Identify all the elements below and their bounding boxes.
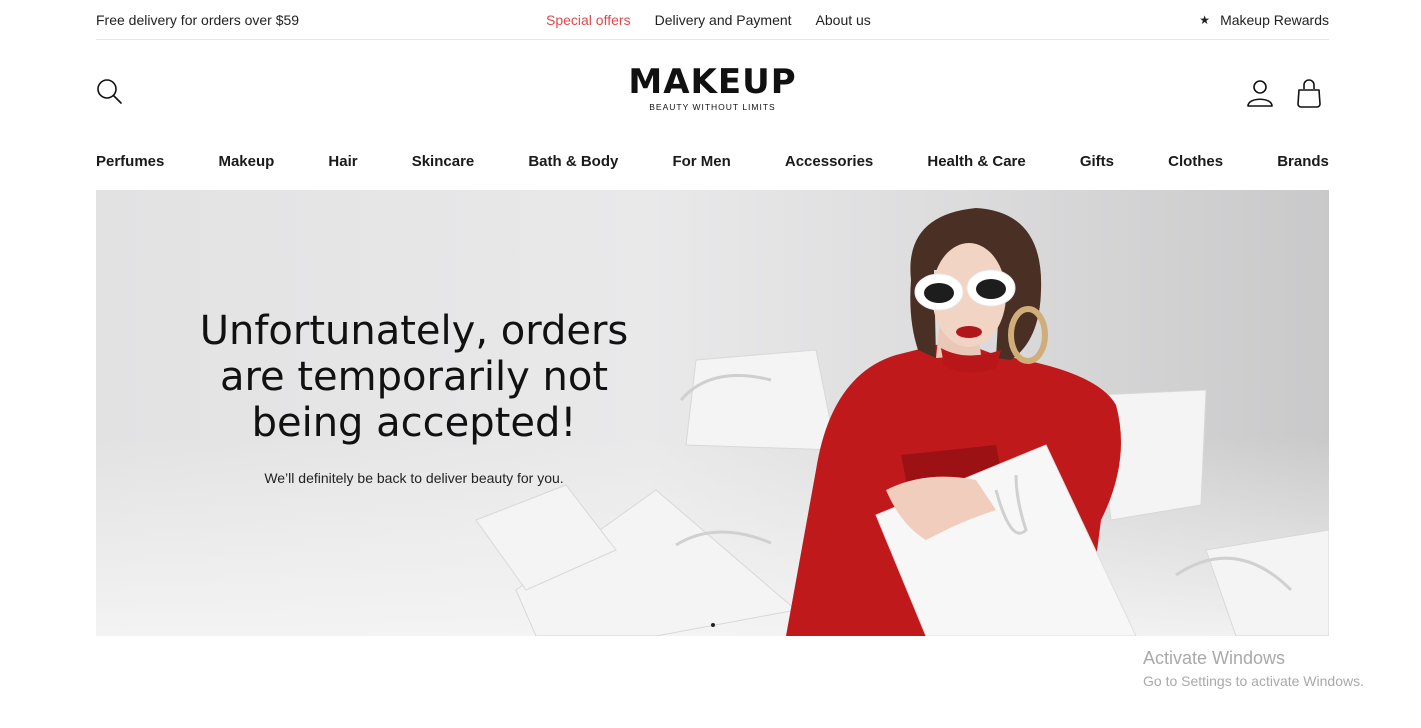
search-button[interactable] <box>96 78 124 106</box>
nav-item-perfumes[interactable]: Perfumes <box>96 153 164 170</box>
top-links: Special offers Delivery and Payment Abou… <box>546 12 871 28</box>
nav-item-skincare[interactable]: Skincare <box>412 153 475 170</box>
cart-button[interactable] <box>1295 78 1323 108</box>
nav-item-health-care[interactable]: Health & Care <box>927 153 1025 170</box>
bag-icon <box>1297 79 1321 108</box>
special-offers-link[interactable]: Special offers <box>546 12 631 28</box>
watermark-title: Activate Windows <box>1143 648 1286 668</box>
site-header: MAKEUP BEAUTY WITHOUT LIMITS <box>96 40 1329 140</box>
search-icon <box>97 79 122 104</box>
nav-item-for-men[interactable]: For Men <box>672 153 730 170</box>
site-logo[interactable]: MAKEUP BEAUTY WITHOUT LIMITS <box>628 60 796 112</box>
nav-item-hair[interactable]: Hair <box>328 153 357 170</box>
makeup-rewards-label: Makeup Rewards <box>1220 11 1329 28</box>
logo-wordmark: MAKEUP <box>628 62 797 102</box>
user-icon <box>1247 80 1273 107</box>
about-us-link[interactable]: About us <box>816 12 871 28</box>
nav-item-accessories[interactable]: Accessories <box>785 153 873 170</box>
free-delivery-promo: Free delivery for orders over $59 <box>96 11 300 28</box>
hero-subtitle: We’ll definitely be back to deliver beau… <box>264 470 564 486</box>
nav-item-clothes[interactable]: Clothes <box>1168 153 1223 170</box>
nav-item-brands[interactable]: Brands <box>1277 153 1329 170</box>
watermark-subtitle: Go to Settings to activate Windows. <box>1143 673 1364 689</box>
hero-banner[interactable]: Unfortunately, orders are temporarily no… <box>96 190 1329 636</box>
top-bar: Free delivery for orders over $59 Specia… <box>96 0 1329 40</box>
hero-title: Unfortunately, orders are temporarily no… <box>199 308 629 446</box>
makeup-rewards-link[interactable]: ★ Makeup Rewards <box>1199 12 1329 28</box>
account-button[interactable] <box>1245 78 1275 108</box>
main-nav: Perfumes Makeup Hair Skincare Bath & Bod… <box>96 148 1329 174</box>
nav-item-bath-body[interactable]: Bath & Body <box>528 153 618 170</box>
star-icon: ★ <box>1199 12 1211 27</box>
nav-item-makeup[interactable]: Makeup <box>218 153 274 170</box>
nav-item-gifts[interactable]: Gifts <box>1080 153 1114 170</box>
logo-tagline: BEAUTY WITHOUT LIMITS <box>649 102 776 112</box>
windows-activation-watermark: Activate Windows Go to Settings to activ… <box>1143 648 1364 689</box>
carousel-dot[interactable] <box>711 623 715 627</box>
delivery-payment-link[interactable]: Delivery and Payment <box>655 12 792 28</box>
